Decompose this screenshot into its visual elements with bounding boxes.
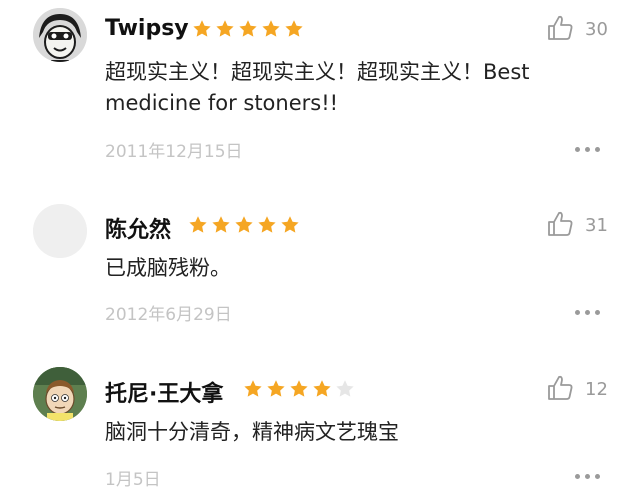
- like-count: 30: [585, 19, 608, 40]
- star-icon: [212, 216, 230, 233]
- star-icon: [313, 380, 331, 397]
- review-date: 2012年6月29日: [105, 305, 232, 325]
- review-text: 脑洞十分清奇，精神病文艺瑰宝: [105, 420, 399, 444]
- user-avatar[interactable]: [33, 367, 87, 421]
- star-icon: [244, 380, 262, 397]
- user-name[interactable]: 托尼·王大拿: [105, 376, 223, 408]
- review-date: 1月5日: [105, 470, 161, 490]
- thumbs-up-icon[interactable]: [546, 210, 574, 238]
- review-date: 2011年12月15日: [105, 142, 243, 162]
- star-icon: [239, 20, 257, 37]
- star-empty-icon: [336, 380, 354, 397]
- like-count: 31: [585, 215, 608, 236]
- cartoon-avatar-icon: [33, 8, 87, 62]
- rating-stars: [188, 215, 300, 235]
- star-icon: [189, 216, 207, 233]
- user-name[interactable]: Twipsy: [105, 16, 189, 41]
- rating-stars: [192, 19, 304, 39]
- star-icon: [267, 380, 285, 397]
- star-icon: [262, 20, 280, 37]
- user-name[interactable]: 陈允然: [105, 212, 171, 244]
- more-options-icon[interactable]: [575, 310, 600, 315]
- star-icon: [258, 216, 276, 233]
- star-icon: [285, 20, 303, 37]
- star-icon: [193, 20, 211, 37]
- review-text: 超现实主义！超现实主义！超现实主义！Best medicine for ston…: [105, 60, 530, 115]
- more-options-icon[interactable]: [575, 147, 600, 152]
- star-icon: [216, 20, 234, 37]
- review-text: 已成脑残粉。: [105, 256, 231, 280]
- thumbs-up-icon[interactable]: [546, 374, 574, 402]
- user-avatar[interactable]: [33, 8, 87, 62]
- thumbs-up-icon[interactable]: [546, 14, 574, 42]
- more-options-icon[interactable]: [575, 474, 600, 479]
- star-icon: [235, 216, 253, 233]
- like-count: 12: [585, 379, 608, 400]
- star-icon: [281, 216, 299, 233]
- cartoon-avatar-icon: [33, 367, 87, 421]
- rating-stars: [243, 379, 355, 399]
- user-avatar[interactable]: [33, 204, 87, 258]
- default-avatar-icon: [33, 204, 87, 258]
- star-icon: [290, 380, 308, 397]
